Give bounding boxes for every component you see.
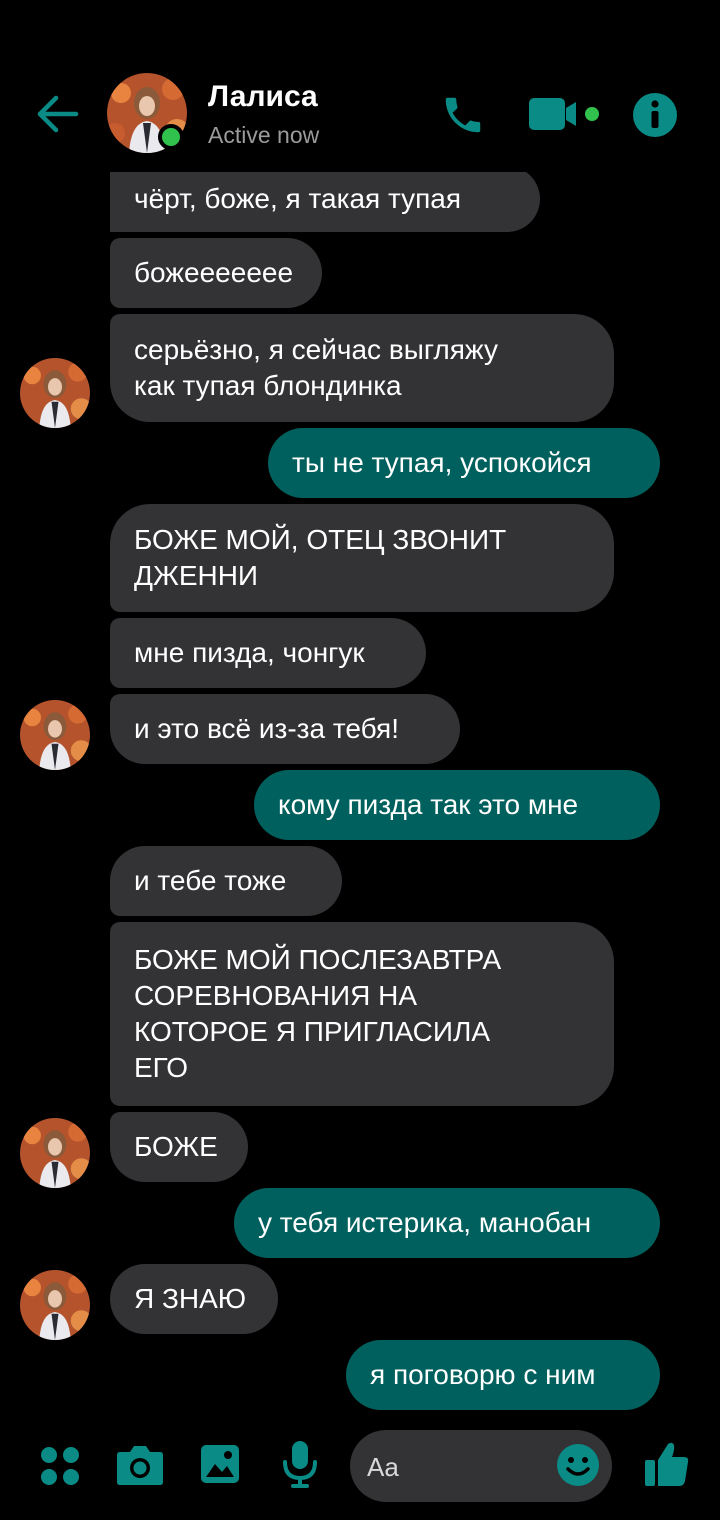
camera-icon[interactable] — [116, 1444, 164, 1486]
thumbs-up-icon[interactable] — [644, 1440, 690, 1488]
message-bubble-incoming[interactable]: БОЖЕ МОЙ, ОТЕЦ ЗВОНИТ ДЖЕННИ — [110, 504, 614, 612]
contact-avatar-small — [20, 1270, 90, 1340]
message-bubble-outgoing[interactable]: кому пизда так это мне — [254, 770, 660, 840]
video-call-icon[interactable] — [528, 96, 602, 132]
message-bubble-incoming[interactable]: и это всё из-за тебя! — [110, 694, 460, 764]
chat-header: Лалиса Active now — [0, 0, 720, 172]
emoji-icon[interactable] — [556, 1443, 600, 1487]
gallery-icon[interactable] — [200, 1444, 240, 1484]
apps-icon[interactable] — [40, 1446, 80, 1486]
active-status-text: Active now — [208, 122, 320, 148]
contact-name[interactable]: Лалиса — [208, 80, 318, 114]
info-icon[interactable] — [632, 92, 678, 138]
message-bubble-incoming[interactable]: мне пизда, чонгук — [110, 618, 426, 688]
back-arrow-icon[interactable] — [30, 90, 82, 138]
message-bubble-incoming[interactable]: БОЖЕ МОЙ ПОСЛЕЗАВТРА СОРЕВНОВАНИЯ НА КОТ… — [110, 922, 614, 1106]
message-bubble-incoming[interactable]: БОЖЕ — [110, 1112, 248, 1182]
message-bubble-incoming[interactable]: Я ЗНАЮ — [110, 1264, 278, 1334]
message-bubble-incoming[interactable]: серьёзно, я сейчас выгляжу как тупая бло… — [110, 314, 614, 422]
message-bubble-outgoing[interactable]: я поговорю с ним — [346, 1340, 660, 1410]
message-input-placeholder: Aa — [367, 1452, 399, 1482]
contact-avatar-small — [20, 358, 90, 428]
message-bubble-incoming[interactable]: чёрт, боже, я такая тупая — [110, 166, 540, 232]
message-bubble-incoming[interactable]: божеееееее — [110, 238, 322, 308]
message-bubble-outgoing[interactable]: ты не тупая, успокойся — [268, 428, 660, 498]
contact-avatar-small — [20, 700, 90, 770]
microphone-icon[interactable] — [282, 1440, 318, 1488]
message-bubble-outgoing[interactable]: у тебя истерика, манобан — [234, 1188, 660, 1258]
phone-icon[interactable] — [440, 92, 486, 138]
contact-avatar-small — [20, 1118, 90, 1188]
message-input[interactable]: Aa — [350, 1430, 612, 1502]
active-status-dot — [158, 124, 184, 150]
message-bubble-incoming[interactable]: и тебе тоже — [110, 846, 342, 916]
